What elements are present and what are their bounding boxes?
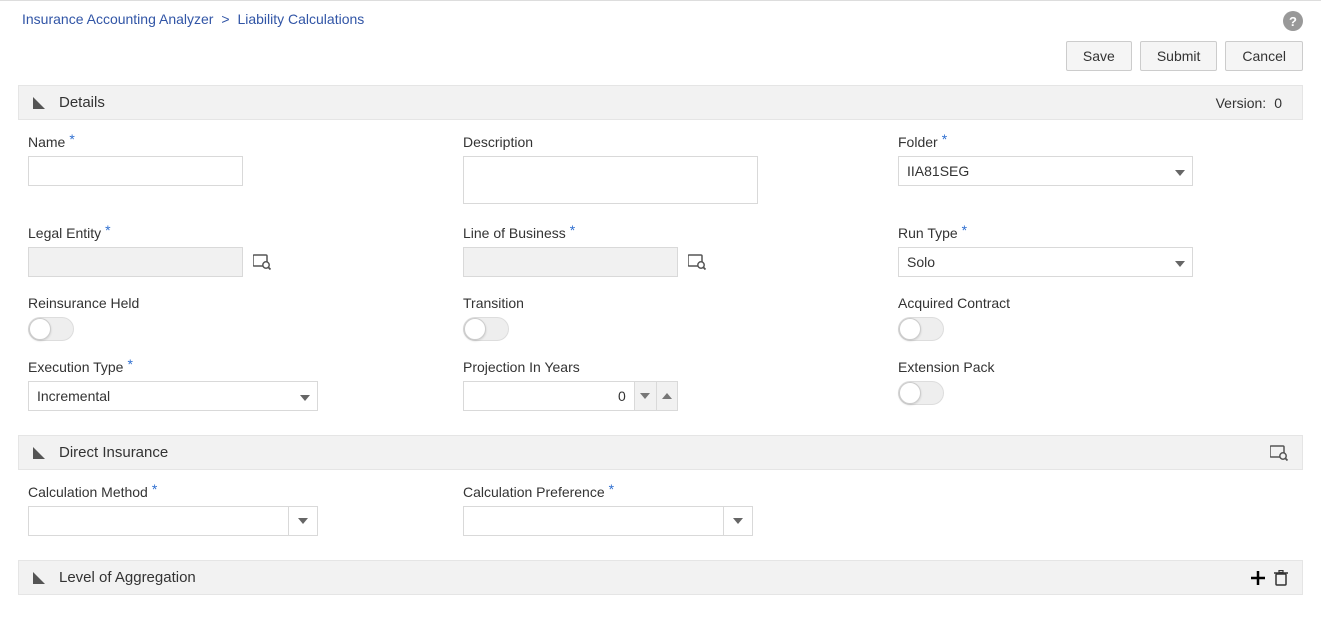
breadcrumb: Insurance Accounting Analyzer > Liabilit… [22,7,1283,27]
calc-pref-label: Calculation Preference* [463,484,858,500]
folder-select[interactable] [898,156,1193,186]
lookup-icon[interactable] [688,254,706,270]
cancel-button[interactable]: Cancel [1225,41,1303,71]
details-form: Name* Description Folder* [18,134,1303,435]
add-icon[interactable] [1250,570,1266,586]
lookup-icon[interactable] [253,254,271,270]
breadcrumb-root[interactable]: Insurance Accounting Analyzer [22,11,213,27]
direct-form: Calculation Method* Calculation Preferen… [18,484,1303,560]
proj-step-up[interactable] [656,381,678,411]
save-button[interactable]: Save [1066,41,1132,71]
description-label: Description [463,134,858,150]
lob-input[interactable] [463,247,678,277]
lookup-icon[interactable] [1270,445,1288,461]
section-header-details[interactable]: Details Version: 0 [18,85,1303,120]
section-title-direct: Direct Insurance [59,444,1270,461]
calc-method-label: Calculation Method* [28,484,423,500]
collapse-icon[interactable] [33,447,45,459]
name-input[interactable] [28,156,243,186]
section-header-agg[interactable]: Level of Aggregation [18,560,1303,595]
version-label: Version: [1216,95,1267,111]
section-title-agg: Level of Aggregation [59,569,1250,586]
name-label: Name* [28,134,423,150]
run-type-select[interactable] [898,247,1193,277]
exec-type-label: Execution Type* [28,359,423,375]
lob-label: Line of Business* [463,225,858,241]
collapse-icon[interactable] [33,97,45,109]
delete-icon[interactable] [1274,570,1288,586]
acquired-label: Acquired Contract [898,295,1293,311]
help-icon[interactable]: ? [1283,11,1303,31]
reinsurance-label: Reinsurance Held [28,295,423,311]
version-value: 0 [1274,95,1282,111]
section-header-direct[interactable]: Direct Insurance [18,435,1303,470]
exec-type-select[interactable] [28,381,318,411]
ext-pack-label: Extension Pack [898,359,1293,375]
legal-entity-input[interactable] [28,247,243,277]
calc-method-dropdown[interactable] [288,506,318,536]
proj-input[interactable] [463,381,634,411]
legal-entity-label: Legal Entity* [28,225,423,241]
calc-pref-dropdown[interactable] [723,506,753,536]
transition-label: Transition [463,295,858,311]
description-input[interactable] [463,156,758,204]
calc-method-input[interactable] [28,506,288,536]
proj-step-down[interactable] [634,381,656,411]
run-type-label: Run Type* [898,225,1293,241]
section-title-details: Details [59,94,1216,111]
breadcrumb-sep: > [221,11,229,27]
action-bar: Save Submit Cancel [0,31,1321,85]
ext-pack-toggle[interactable] [898,381,944,405]
folder-label: Folder* [898,134,1293,150]
collapse-icon[interactable] [33,572,45,584]
submit-button[interactable]: Submit [1140,41,1218,71]
proj-label: Projection In Years [463,359,858,375]
calc-pref-input[interactable] [463,506,723,536]
acquired-toggle[interactable] [898,317,944,341]
reinsurance-toggle[interactable] [28,317,74,341]
transition-toggle[interactable] [463,317,509,341]
breadcrumb-current[interactable]: Liability Calculations [237,11,364,27]
